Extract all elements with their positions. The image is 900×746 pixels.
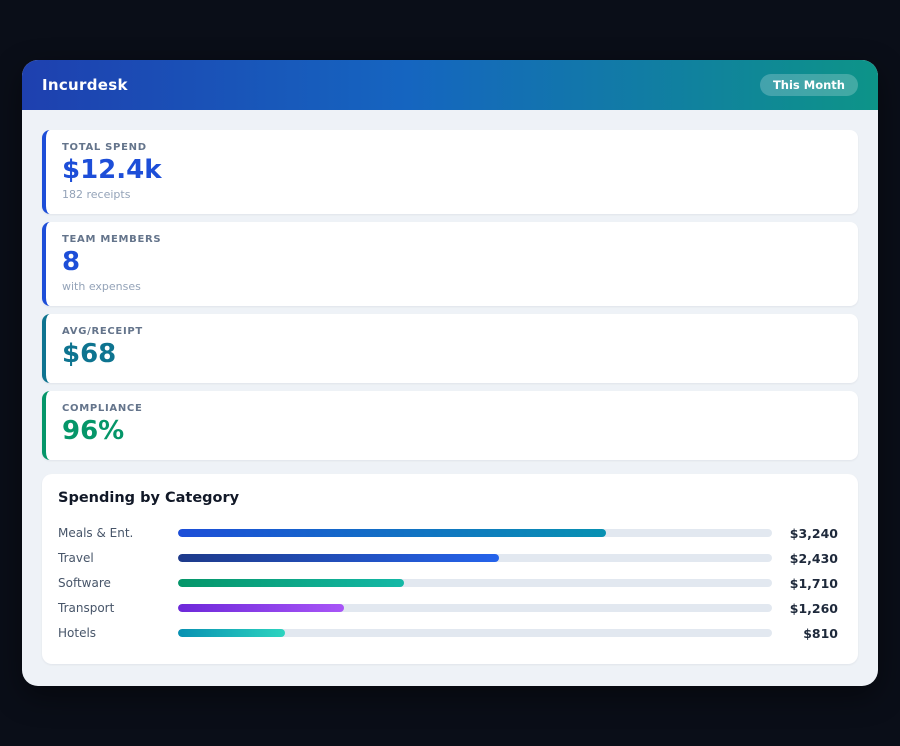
category-value: $3,240	[772, 526, 838, 541]
stat-label: TEAM MEMBERS	[62, 234, 842, 245]
stat-label: COMPLIANCE	[62, 403, 842, 414]
stat-card-team-members: TEAM MEMBERS 8 with expenses	[42, 222, 858, 306]
app-title: Incurdesk	[42, 76, 128, 94]
app-panel: Incurdesk This Month TOTAL SPEND $12.4k …	[22, 60, 878, 686]
main-content: TOTAL SPEND $12.4k 182 receipts TEAM MEM…	[22, 110, 878, 684]
category-label: Meals & Ent.	[58, 526, 178, 540]
stat-value: $68	[62, 340, 842, 370]
bar-fill	[178, 529, 606, 537]
bar-track	[178, 554, 772, 562]
stat-value: 96%	[62, 417, 842, 447]
chart-row-transport: Transport $1,260	[58, 596, 838, 621]
stat-card-avg-receipt: AVG/RECEIPT $68	[42, 314, 858, 383]
bar-fill	[178, 604, 344, 612]
bar-fill	[178, 554, 499, 562]
chart-row-hotels: Hotels $810	[58, 621, 838, 646]
category-label: Travel	[58, 551, 178, 565]
stat-sub: with expenses	[62, 280, 842, 293]
period-badge[interactable]: This Month	[760, 74, 858, 96]
category-value: $1,260	[772, 601, 838, 616]
stat-label: TOTAL SPEND	[62, 142, 842, 153]
app-header: Incurdesk This Month	[22, 60, 878, 110]
stat-card-total-spend: TOTAL SPEND $12.4k 182 receipts	[42, 130, 858, 214]
bar-fill	[178, 629, 285, 637]
spending-by-category-card: Spending by Category Meals & Ent. $3,240…	[42, 474, 858, 664]
bar-track	[178, 629, 772, 637]
category-label: Software	[58, 576, 178, 590]
stat-label: AVG/RECEIPT	[62, 326, 842, 337]
category-value: $1,710	[772, 576, 838, 591]
category-label: Hotels	[58, 626, 178, 640]
category-value: $2,430	[772, 551, 838, 566]
bar-track	[178, 579, 772, 587]
chart-title: Spending by Category	[58, 490, 838, 506]
chart-row-travel: Travel $2,430	[58, 546, 838, 571]
stat-card-compliance: COMPLIANCE 96%	[42, 391, 858, 460]
bar-fill	[178, 579, 404, 587]
category-label: Transport	[58, 601, 178, 615]
category-value: $810	[772, 626, 838, 641]
stat-value: 8	[62, 248, 842, 278]
bar-track	[178, 604, 772, 612]
chart-row-meals: Meals & Ent. $3,240	[58, 521, 838, 546]
bar-track	[178, 529, 772, 537]
stat-value: $12.4k	[62, 156, 842, 186]
chart-row-software: Software $1,710	[58, 571, 838, 596]
stat-sub: 182 receipts	[62, 188, 842, 201]
